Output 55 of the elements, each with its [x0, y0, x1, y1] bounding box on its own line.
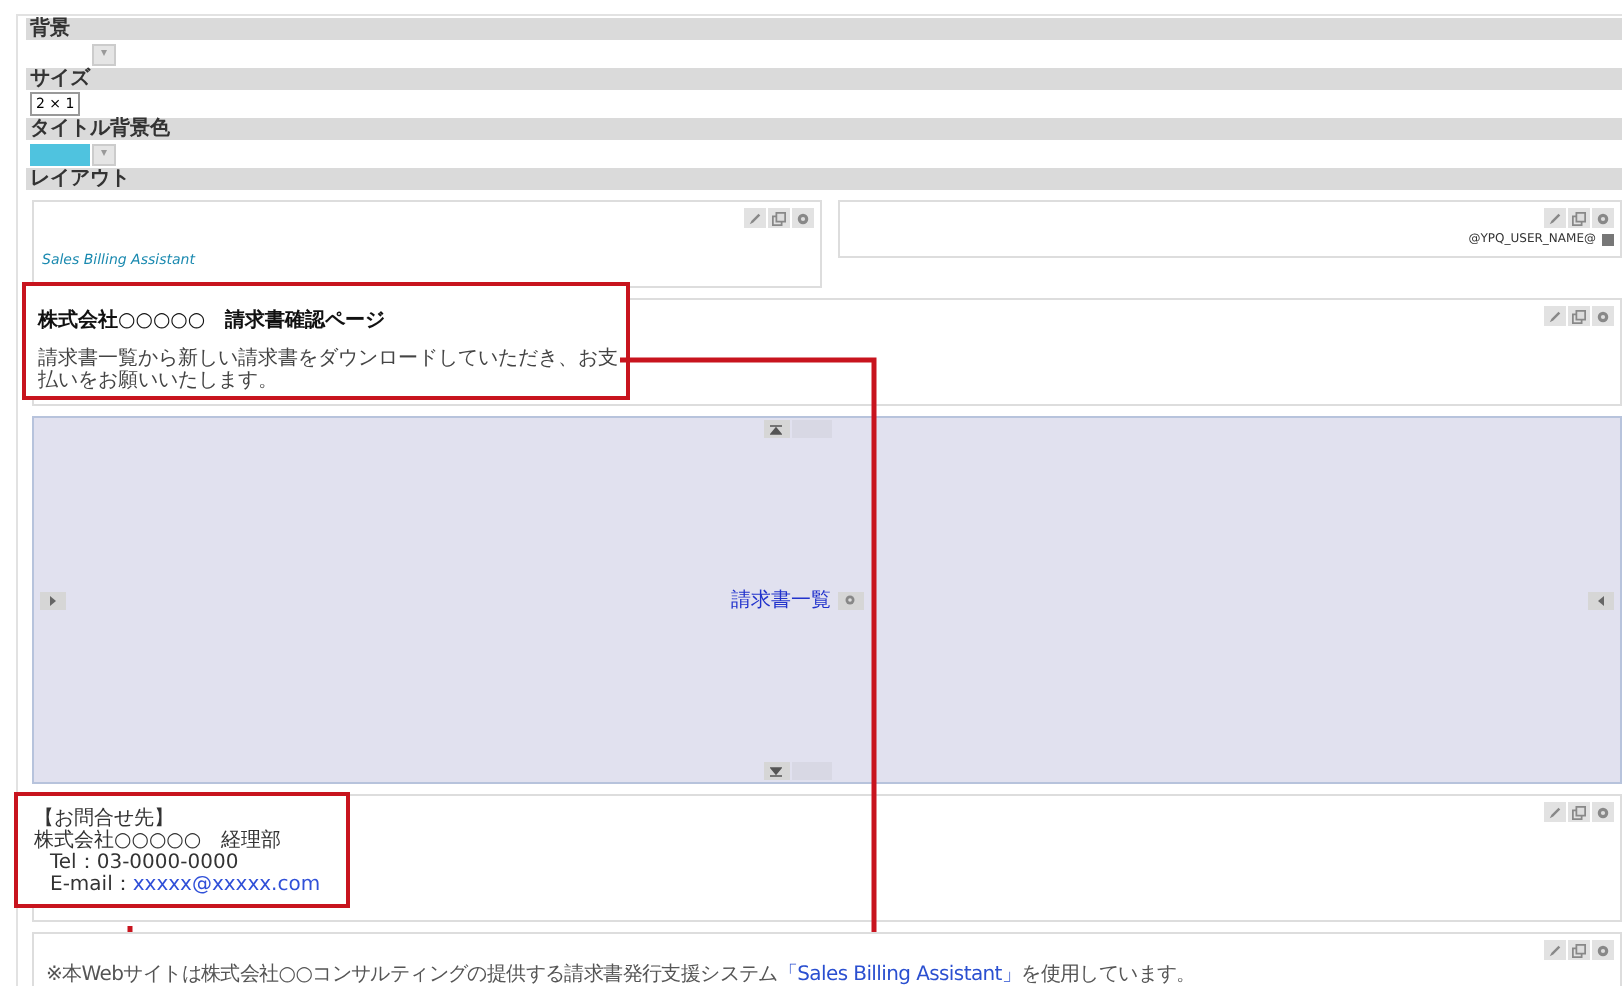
- settings-button[interactable]: [1592, 802, 1614, 822]
- play-icon: [48, 595, 58, 605]
- copy-icon: [1572, 943, 1586, 957]
- edit-button[interactable]: [1544, 802, 1566, 822]
- user-icon: [1602, 233, 1614, 245]
- copy-button[interactable]: [1568, 802, 1590, 822]
- settings-button[interactable]: [1592, 306, 1614, 326]
- pencil-icon: [748, 211, 762, 225]
- move-up-button[interactable]: [763, 420, 789, 438]
- setting-label: タイトル背景色: [26, 118, 1622, 140]
- settings-icon: [844, 594, 856, 606]
- product-link[interactable]: 「Sales Billing Assistant」: [777, 964, 1022, 986]
- edit-button[interactable]: [744, 208, 766, 228]
- settings-icon: [1596, 805, 1610, 819]
- pencil-icon: [1548, 211, 1562, 225]
- setting-label: レイアウト: [26, 168, 1622, 190]
- expand-left-button[interactable]: [40, 591, 66, 609]
- setting-label: サイズ: [26, 68, 1622, 90]
- contact-heading: 【お問合せ先】: [34, 808, 176, 830]
- pencil-icon: [1548, 805, 1562, 819]
- copy-icon: [1572, 805, 1586, 819]
- settings-icon: [1596, 309, 1610, 323]
- copy-button[interactable]: [1568, 940, 1590, 960]
- settings-button[interactable]: [792, 208, 814, 228]
- edit-button[interactable]: [1544, 306, 1566, 326]
- settings-icon: [796, 211, 810, 225]
- invoice-list-link[interactable]: 請求書一覧: [731, 586, 831, 614]
- settings-icon: [1596, 943, 1610, 957]
- edit-button[interactable]: [1544, 940, 1566, 960]
- settings-button[interactable]: [1592, 208, 1614, 228]
- settings-button[interactable]: [1592, 940, 1614, 960]
- pencil-icon: [1548, 943, 1562, 957]
- edit-button[interactable]: [1544, 208, 1566, 228]
- copy-icon: [772, 211, 786, 225]
- page-title: 株式会社○○○○○ 請求書確認ページ: [38, 307, 388, 334]
- copy-icon: [1572, 309, 1586, 323]
- copy-icon: [1572, 211, 1586, 225]
- page-description: 請求書一覧から新しい請求書をダウンロードしていただき、お支払いをお願いいたします。: [38, 348, 618, 392]
- copy-button[interactable]: [1568, 208, 1590, 228]
- setting-label: 背景: [26, 18, 1622, 40]
- play-icon: [1596, 595, 1606, 605]
- settings-icon: [1596, 211, 1610, 225]
- email-link[interactable]: xxxxx@xxxxx.com: [132, 874, 321, 896]
- company-name: 株式会社○○○○○ 経理部: [34, 830, 284, 852]
- pencil-icon: [1548, 309, 1562, 323]
- move-down-button[interactable]: [763, 762, 789, 780]
- color-swatch[interactable]: [30, 143, 90, 165]
- settings-button[interactable]: [837, 591, 863, 609]
- phone-number: Tel：03-0000-0000: [48, 852, 241, 874]
- copy-button[interactable]: [768, 208, 790, 228]
- arrow-up-icon: [770, 423, 782, 435]
- arrow-down-icon: [770, 765, 782, 777]
- copy-button[interactable]: [1568, 306, 1590, 326]
- email-label: E-mail：: [50, 874, 133, 896]
- expand-right-button[interactable]: [1588, 591, 1614, 609]
